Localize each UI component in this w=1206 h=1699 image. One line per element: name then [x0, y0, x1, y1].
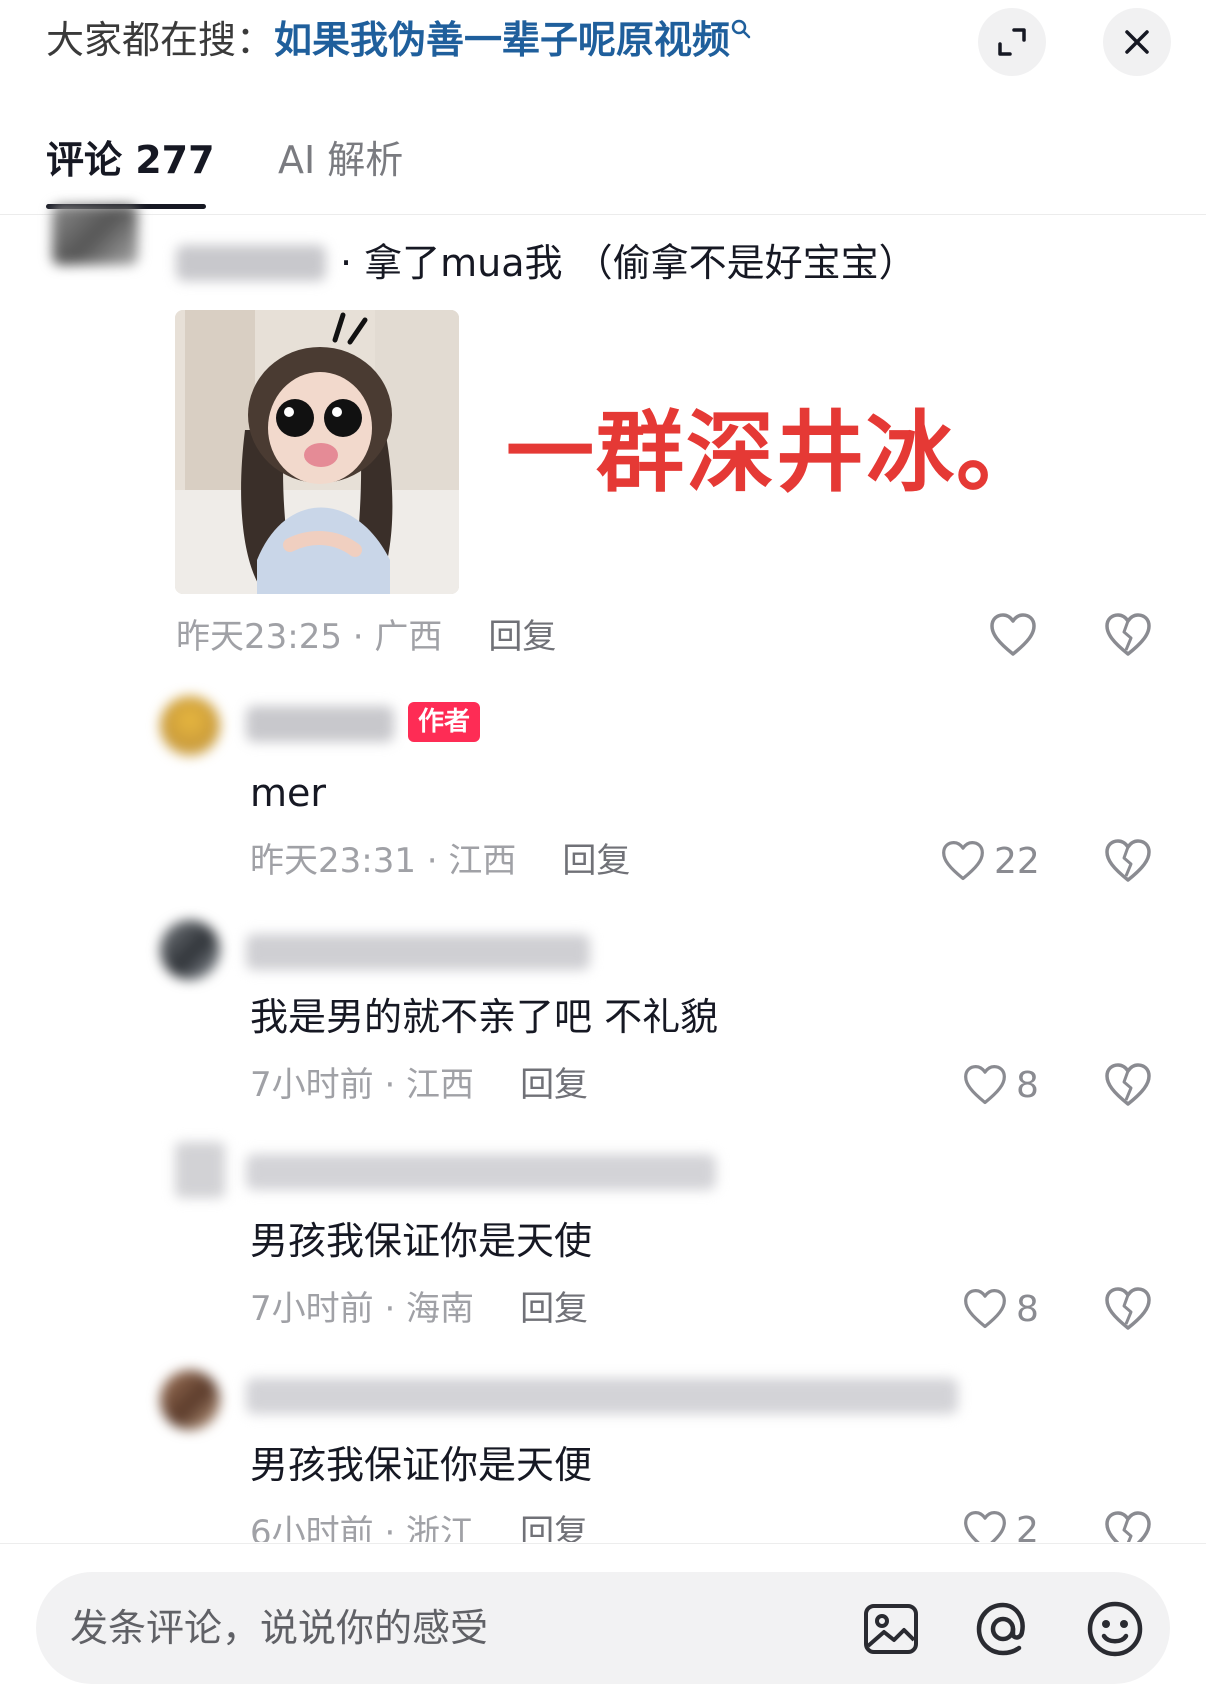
- username[interactable]: [246, 934, 590, 970]
- tab-comments[interactable]: 评论 277: [46, 132, 215, 188]
- close-icon: [1125, 30, 1149, 54]
- image-caption: 一群深井冰。: [506, 401, 1047, 504]
- reply-button[interactable]: 回复: [488, 617, 556, 657]
- dislike-button[interactable]: [1103, 1508, 1153, 1542]
- reply-time-location: 7小时前 · 江西: [250, 1065, 475, 1105]
- broken-heart-icon: [1105, 1511, 1151, 1542]
- comment-time-location: 昨天23:25 · 广西: [176, 617, 443, 657]
- avatar[interactable]: [175, 1142, 225, 1198]
- avatar[interactable]: [160, 1370, 220, 1430]
- username[interactable]: [176, 245, 326, 281]
- heart-icon: [964, 1064, 1006, 1105]
- like-count: 8: [1016, 1288, 1039, 1330]
- comment-composer: 发条评论，说说你的感受: [0, 1543, 1206, 1699]
- reply-button[interactable]: 回复: [520, 1513, 588, 1542]
- image-icon[interactable]: [858, 1596, 924, 1662]
- search-suggestion[interactable]: 大家都在搜：如果我伪善一辈子呢原视频: [46, 12, 752, 68]
- close-button[interactable]: [1103, 8, 1171, 76]
- search-label: 大家都在搜：: [46, 18, 275, 62]
- reply-button[interactable]: 回复: [562, 841, 630, 881]
- like-button[interactable]: 8: [962, 1060, 1039, 1110]
- reply-time-location: 昨天23:31 · 江西: [250, 841, 517, 881]
- reply-meta: 7小时前 · 江西 回复: [250, 1060, 588, 1110]
- reply-meta: 昨天23:31 · 江西 回复: [250, 836, 630, 886]
- like-button[interactable]: 8: [962, 1284, 1039, 1334]
- heart-icon: [964, 1288, 1006, 1329]
- girl-photo: [175, 310, 459, 594]
- broken-heart-icon[interactable]: [1103, 610, 1153, 660]
- reply-text: 我是男的就不亲了吧 不礼貌: [250, 995, 719, 1039]
- reply-button[interactable]: 回复: [520, 1289, 588, 1329]
- like-count: 2: [1016, 1510, 1039, 1542]
- like-button[interactable]: 2: [962, 1508, 1039, 1542]
- broken-heart-icon[interactable]: [1103, 1284, 1153, 1334]
- avatar[interactable]: [52, 205, 138, 265]
- comment-placeholder: 发条评论，说说你的感受: [70, 1606, 489, 1650]
- heart-icon: [964, 1510, 1006, 1542]
- comment-tabs: 评论 277 AI 解析: [0, 120, 1206, 215]
- like-count: 22: [994, 840, 1040, 882]
- reply-time-location: 7小时前 · 海南: [250, 1289, 475, 1329]
- expand-icon: [998, 28, 1026, 56]
- comment-meta: 昨天23:25 · 广西 回复: [176, 612, 556, 662]
- reply-time-location: 6小时前 · 浙江: [250, 1513, 475, 1542]
- comment-input[interactable]: 发条评论，说说你的感受: [36, 1572, 1170, 1684]
- tab-ai-analysis[interactable]: AI 解析: [278, 132, 403, 188]
- reply-meta: 6小时前 · 浙江 回复: [250, 1508, 588, 1542]
- comment-text: · 拿了mua我 （偷拿不是好宝宝）: [340, 241, 917, 285]
- username[interactable]: [246, 706, 394, 742]
- search-query[interactable]: 如果我伪善一辈子呢原视频: [274, 18, 730, 62]
- like-count: 8: [1016, 1064, 1039, 1106]
- top-bar: 大家都在搜：如果我伪善一辈子呢原视频: [0, 0, 1206, 90]
- heart-icon[interactable]: [988, 610, 1038, 660]
- author-badge: 作者: [408, 702, 481, 742]
- reply-button[interactable]: 回复: [520, 1065, 588, 1105]
- comment-image[interactable]: [175, 310, 459, 594]
- reply-text: 男孩我保证你是天便: [250, 1443, 593, 1487]
- avatar[interactable]: [160, 696, 220, 756]
- broken-heart-icon[interactable]: [1103, 1060, 1153, 1110]
- expand-button[interactable]: [978, 8, 1046, 76]
- like-button[interactable]: 22: [940, 836, 1040, 886]
- at-icon[interactable]: [970, 1596, 1036, 1662]
- search-icon: [731, 19, 751, 39]
- broken-heart-icon[interactable]: [1103, 836, 1153, 886]
- username[interactable]: [246, 1378, 958, 1414]
- reply-text: 男孩我保证你是天使: [250, 1219, 593, 1263]
- heart-icon: [942, 840, 984, 881]
- emoji-icon[interactable]: [1082, 1596, 1148, 1662]
- username[interactable]: [246, 1154, 716, 1190]
- reply-text: mer: [250, 771, 327, 815]
- avatar[interactable]: [160, 920, 220, 980]
- reply-meta: 7小时前 · 海南 回复: [250, 1284, 588, 1334]
